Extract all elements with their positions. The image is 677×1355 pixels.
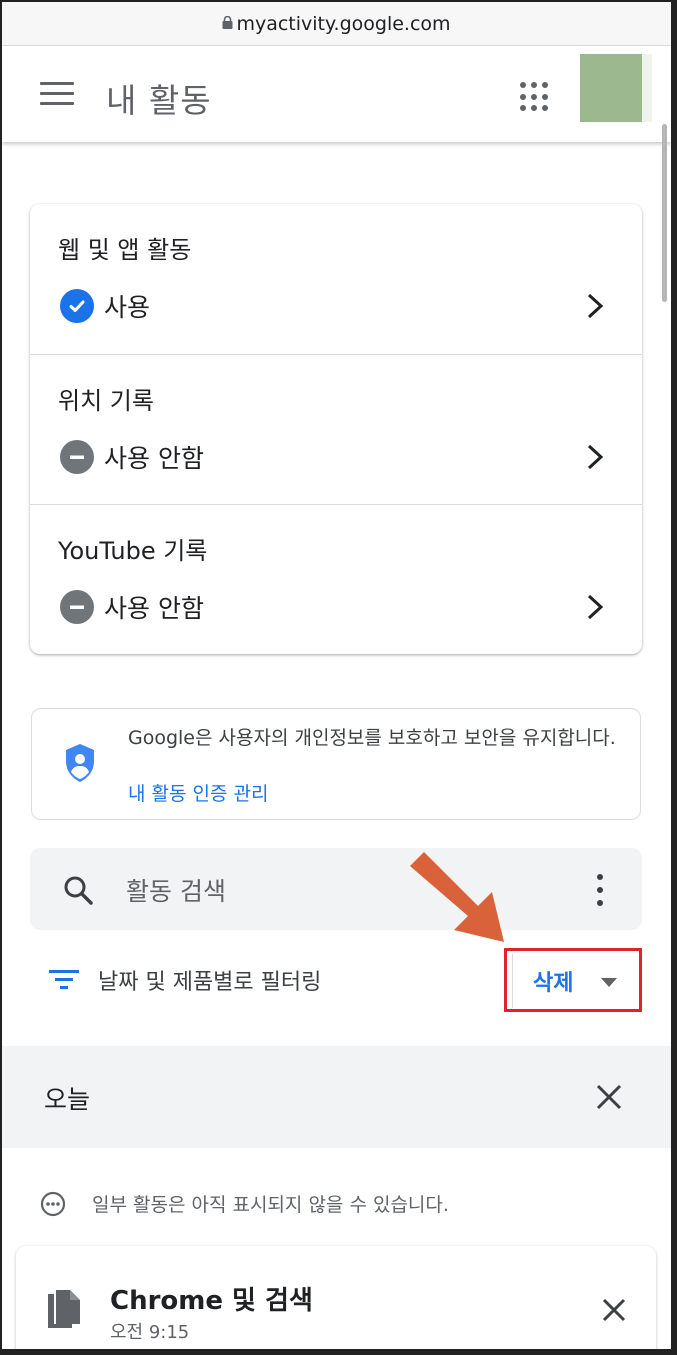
file-copy-icon <box>48 1290 80 1328</box>
check-circle-icon <box>60 289 94 323</box>
manage-verification-link[interactable]: 내 활동 인증 관리 <box>128 779 268 806</box>
avatar-edge <box>642 54 652 122</box>
today-label: 오늘 <box>44 1085 91 1114</box>
status-text: 사용 안함 <box>104 594 204 623</box>
paused-circle-icon <box>60 440 94 474</box>
url-text: myactivity.google.com <box>236 12 451 35</box>
activity-time: 오전 9:15 <box>110 1322 190 1343</box>
status-text: 사용 안함 <box>104 444 204 473</box>
lock-icon <box>222 16 233 29</box>
avatar[interactable] <box>580 54 642 122</box>
activity-controls-card: 웹 및 앱 활동 사용 위치 기록 사용 안함 YouTube 기록 사용 안함 <box>30 204 642 654</box>
shield-user-icon <box>66 744 94 782</box>
scrollbar[interactable] <box>662 124 667 302</box>
setting-name: 위치 기록 <box>58 387 154 415</box>
apps-grid-icon[interactable] <box>520 82 550 112</box>
dropdown-arrow-icon <box>601 978 617 987</box>
arrow-annotation-icon <box>410 852 504 942</box>
close-icon[interactable] <box>596 1084 622 1110</box>
filter-label: 날짜 및 제품별로 필터링 <box>98 970 322 995</box>
chevron-right-icon <box>587 594 604 620</box>
privacy-info-card: Google은 사용자의 개인정보를 보호하고 보안을 유지합니다. 내 활동 … <box>31 708 641 820</box>
today-section-header: 오늘 <box>2 1046 671 1148</box>
search-icon <box>64 876 93 905</box>
filter-button[interactable]: 날짜 및 제품별로 필터링 <box>48 964 321 996</box>
more-horiz-circle-icon <box>40 1191 66 1216</box>
browser-frame: myactivity.google.com 내 활동 웹 및 앱 활동 사용 위… <box>0 0 677 1355</box>
menu-icon[interactable] <box>40 82 74 106</box>
chevron-right-icon <box>587 293 604 319</box>
setting-status: 사용 <box>60 288 150 324</box>
notice-text: 일부 활동은 아직 표시되지 않을 수 있습니다. <box>92 1194 449 1216</box>
delete-label: 삭제 <box>533 971 574 996</box>
setting-status: 사용 안함 <box>60 439 204 475</box>
activity-search-bar[interactable]: 활동 검색 <box>30 848 642 930</box>
filter-icon <box>49 970 79 989</box>
search-input[interactable]: 활동 검색 <box>126 872 226 908</box>
more-vert-icon[interactable] <box>594 874 606 906</box>
page-title: 내 활동 <box>106 81 212 120</box>
setting-row-youtube-history[interactable]: YouTube 기록 사용 안함 <box>30 504 642 654</box>
paused-circle-icon <box>60 590 94 624</box>
app-bar: 내 활동 <box>2 46 671 142</box>
setting-name: YouTube 기록 <box>58 537 208 565</box>
chevron-right-icon <box>587 444 604 470</box>
setting-row-web-app-activity[interactable]: 웹 및 앱 활동 사용 <box>30 204 642 354</box>
url-bar[interactable]: myactivity.google.com <box>2 2 671 46</box>
close-icon[interactable] <box>602 1298 626 1322</box>
pending-activity-notice: 일부 활동은 아직 표시되지 않을 수 있습니다. <box>40 1190 449 1217</box>
setting-status: 사용 안함 <box>60 589 204 625</box>
privacy-info-text: Google은 사용자의 개인정보를 보호하고 보안을 유지합니다. <box>128 727 616 749</box>
activity-item-card[interactable]: Chrome 및 검색 오전 9:15 <box>16 1246 656 1349</box>
setting-name: 웹 및 앱 활동 <box>58 236 192 264</box>
setting-row-location-history[interactable]: 위치 기록 사용 안함 <box>30 354 642 504</box>
status-text: 사용 <box>104 293 151 322</box>
delete-button[interactable]: 삭제 <box>512 954 636 1008</box>
activity-title: Chrome 및 검색 <box>110 1286 313 1316</box>
